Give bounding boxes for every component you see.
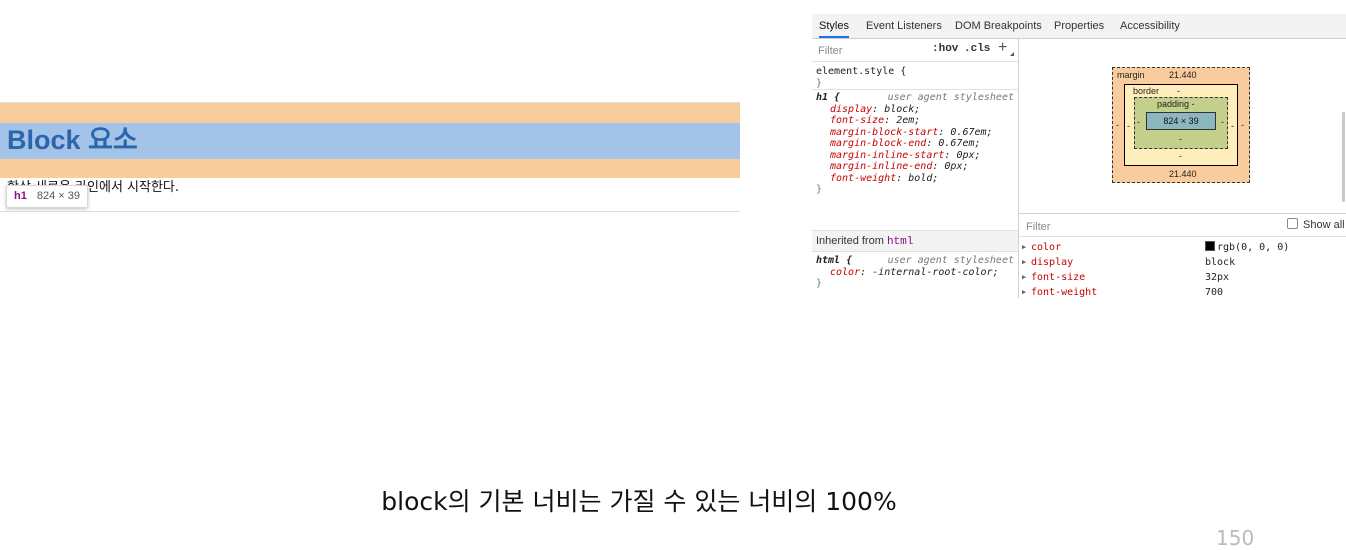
rule-close-brace: } [816, 77, 823, 89]
color-swatch[interactable] [1205, 241, 1215, 251]
border-bottom-value[interactable]: - [1179, 151, 1182, 161]
page-number: 150 [1216, 526, 1255, 550]
h1-rule-source: user agent stylesheet [887, 92, 1014, 103]
expand-triangle-icon[interactable]: ▶ [1022, 270, 1026, 285]
hover-state-toggle[interactable]: :hov [932, 43, 958, 55]
html-rule-selector[interactable]: html { [816, 255, 852, 266]
computed-filter-bar: Show all [1019, 214, 1346, 237]
padding-right-value[interactable]: - [1221, 117, 1224, 127]
box-model-pane: margin 21.440 - - 21.440 border - - - - … [1019, 39, 1346, 213]
border-label: border [1133, 86, 1160, 96]
padding-left-value[interactable]: - [1137, 117, 1140, 127]
element-inspect-tooltip: h1 824 × 39 [6, 185, 88, 208]
devtools-tab-bar: Styles Event Listeners DOM Breakpoints P… [812, 14, 1346, 39]
rendered-page-preview: Block 요소 항상 새로운 라인에서 시작한다. [0, 102, 740, 212]
class-toggle[interactable]: .cls [964, 43, 990, 55]
css-declaration[interactable]: display: block; [812, 104, 1018, 116]
show-all-label: Show all [1303, 219, 1345, 231]
element-style-selector[interactable]: element.style { [812, 66, 1018, 78]
margin-top-value[interactable]: 21.440 [1169, 70, 1197, 80]
margin-right-value[interactable]: - [1241, 120, 1244, 130]
computed-filter-input[interactable] [1024, 218, 1128, 235]
html-style-rule: html { user agent stylesheet color: -int… [812, 255, 1018, 290]
h1-rule-selector[interactable]: h1 { [816, 92, 840, 103]
computed-property-row[interactable]: ▶ font-weight 700 [1019, 285, 1346, 298]
show-all-toggle[interactable]: Show all [1287, 218, 1345, 231]
border-right-value[interactable]: - [1231, 121, 1234, 131]
box-model-border[interactable]: border - - - - padding - - - - 824 × 39 [1124, 84, 1238, 166]
rule-close-brace: } [816, 184, 823, 195]
padding-label: padding - [1157, 99, 1195, 109]
expand-triangle-icon[interactable]: ▶ [1022, 285, 1026, 298]
box-model-scrollbar[interactable] [1342, 112, 1345, 202]
devtools-panel: Styles Event Listeners DOM Breakpoints P… [812, 14, 1346, 298]
border-left-value[interactable]: - [1127, 121, 1130, 131]
h1-style-rule: h1 { user agent stylesheet display: bloc… [812, 89, 1018, 196]
margin-bottom-value[interactable]: 21.440 [1169, 169, 1197, 179]
block-element-heading: Block 요소 [7, 125, 138, 155]
html-rule-source: user agent stylesheet [887, 255, 1014, 266]
css-declaration[interactable]: font-weight: bold; [812, 173, 1018, 185]
show-all-checkbox[interactable] [1287, 218, 1298, 229]
box-model-padding[interactable]: padding - - - - 824 × 39 [1134, 97, 1228, 149]
rule-close-brace: } [816, 278, 823, 289]
css-declaration[interactable]: font-size: 2em; [812, 115, 1018, 127]
new-rule-menu-icon[interactable] [1010, 52, 1014, 56]
expand-triangle-icon[interactable]: ▶ [1022, 240, 1026, 255]
computed-property-row[interactable]: ▶ font-size 32px [1019, 270, 1346, 285]
tab-accessibility[interactable]: Accessibility [1120, 14, 1180, 38]
computed-property-row[interactable]: ▶ color rgb(0, 0, 0) [1019, 240, 1346, 255]
computed-property-row[interactable]: ▶ display block [1019, 255, 1346, 270]
inherited-tag-link[interactable]: html [887, 236, 913, 248]
computed-styles-pane: Show all ▶ color rgb(0, 0, 0) ▶ display … [1019, 213, 1346, 298]
element-style-rule: element.style { } [812, 66, 1018, 89]
inherited-label: Inherited from [816, 235, 884, 247]
tooltip-tag-name: h1 [14, 190, 27, 202]
border-top-value[interactable]: - [1177, 86, 1180, 96]
css-declaration[interactable]: margin-block-end: 0.67em; [812, 138, 1018, 150]
expand-triangle-icon[interactable]: ▶ [1022, 255, 1026, 270]
slide-caption: block의 기본 너비는 가질 수 있는 너비의 100% [381, 487, 897, 516]
tooltip-dimensions: 824 × 39 [36, 190, 80, 202]
css-declaration[interactable]: margin-inline-start: 0px; [812, 150, 1018, 162]
margin-label: margin [1117, 70, 1145, 80]
css-declaration[interactable]: color: -internal-root-color; [812, 267, 1018, 279]
styles-filter-input[interactable] [816, 42, 920, 59]
tab-event-listeners[interactable]: Event Listeners [866, 14, 942, 38]
styles-filter-bar: :hov .cls + [812, 39, 1018, 62]
css-declaration[interactable]: margin-block-start: 0.67em; [812, 127, 1018, 139]
box-model-content[interactable]: 824 × 39 [1146, 112, 1216, 130]
box-model-margin[interactable]: margin 21.440 - - 21.440 border - - - - … [1112, 67, 1250, 183]
margin-left-value[interactable]: - [1116, 120, 1119, 130]
tab-styles[interactable]: Styles [819, 14, 849, 38]
padding-bottom-value[interactable]: - [1179, 134, 1182, 144]
new-rule-button[interactable]: + [998, 39, 1007, 57]
styles-pane: :hov .cls + element.style { } h1 { user … [812, 39, 1019, 298]
tab-dom-breakpoints[interactable]: DOM Breakpoints [955, 14, 1042, 38]
tab-properties[interactable]: Properties [1054, 14, 1104, 38]
css-declaration[interactable]: margin-inline-end: 0px; [812, 161, 1018, 173]
inherited-from-header: Inherited from html [812, 230, 1018, 252]
